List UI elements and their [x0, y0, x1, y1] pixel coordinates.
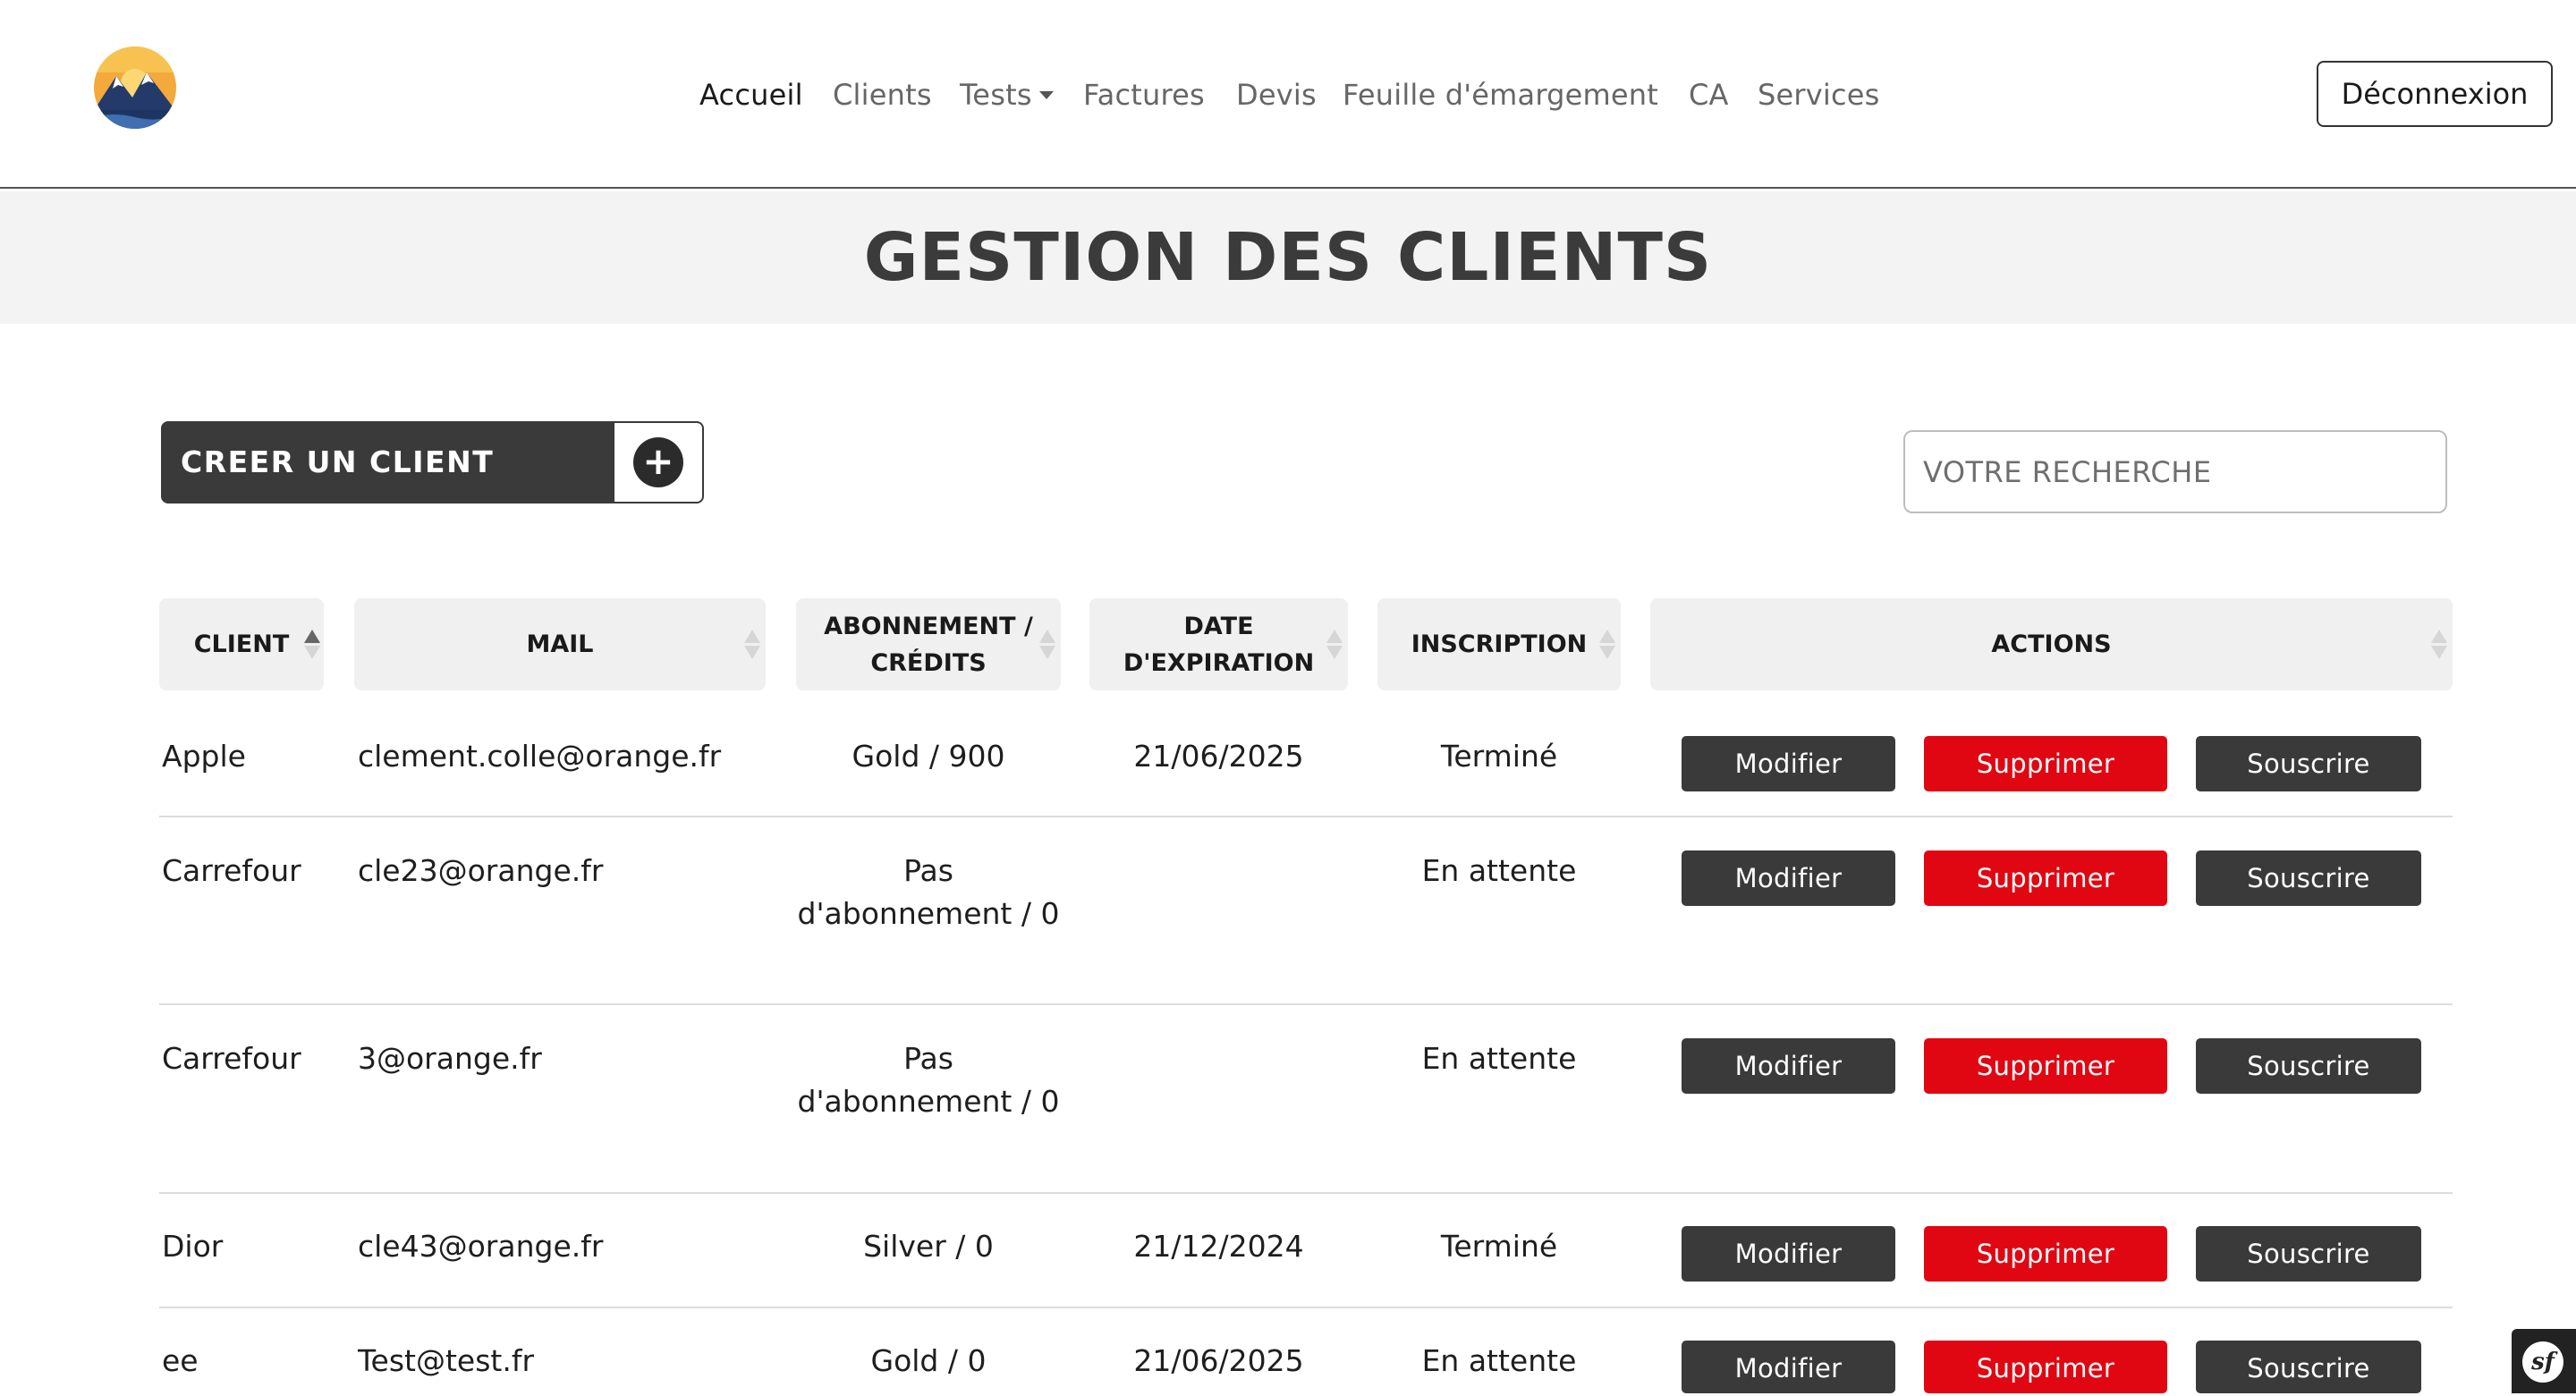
column-header-client[interactable]: CLIENT	[159, 598, 324, 690]
nav-item-clients[interactable]: Clients	[833, 75, 932, 114]
main-nav: Accueil Clients Tests Factures Devis Feu…	[0, 75, 2576, 114]
cell-client: Carrefour	[162, 853, 301, 888]
nav-item-ca[interactable]: CA	[1689, 75, 1729, 114]
column-header-expiration[interactable]: DATE D'EXPIRATION	[1089, 598, 1348, 690]
logout-button[interactable]: Déconnexion	[2317, 61, 2553, 127]
nav-item-factures[interactable]: Factures	[1083, 75, 1205, 114]
subscribe-button[interactable]: Souscrire	[2196, 1226, 2421, 1282]
delete-button[interactable]: Supprimer	[1924, 850, 2167, 906]
delete-button[interactable]: Supprimer	[1924, 736, 2167, 791]
cell-mail: Test@test.fr	[358, 1343, 535, 1378]
edit-button[interactable]: Modifier	[1682, 736, 1895, 791]
cell-mail: cle43@orange.fr	[358, 1229, 604, 1264]
column-header-label: CLIENT	[193, 630, 290, 658]
sort-icon	[2431, 630, 2447, 660]
create-client-icon-box: +	[614, 423, 702, 502]
cell-inscription: En attente	[1421, 1343, 1577, 1378]
subscribe-button[interactable]: Souscrire	[2196, 850, 2421, 906]
column-header-label: INSCRIPTION	[1411, 630, 1588, 658]
subscribe-button[interactable]: Souscrire	[2196, 1341, 2421, 1393]
cell-abonnement: Silver / 0	[863, 1229, 994, 1264]
row-divider	[159, 1003, 2453, 1005]
row-divider	[159, 816, 2453, 817]
column-header-mail[interactable]: MAIL	[354, 598, 766, 690]
column-header-label: DATE D'EXPIRATION	[1123, 612, 1315, 677]
cell-inscription: Terminé	[1440, 739, 1558, 774]
subscribe-button[interactable]: Souscrire	[2196, 736, 2421, 791]
column-header-label: ACTIONS	[1991, 630, 2112, 658]
nav-item-services[interactable]: Services	[1758, 75, 1880, 114]
column-header-inscription[interactable]: INSCRIPTION	[1377, 598, 1621, 690]
delete-button[interactable]: Supprimer	[1924, 1038, 2167, 1094]
subscribe-button[interactable]: Souscrire	[2196, 1038, 2421, 1094]
page-title: GESTION DES CLIENTS	[863, 219, 1713, 296]
cell-client: Apple	[162, 739, 246, 774]
row-divider	[159, 1192, 2453, 1194]
cell-inscription: Terminé	[1440, 1229, 1558, 1264]
create-client-label: CREER UN CLIENT	[181, 444, 495, 479]
cell-client: Carrefour	[162, 1041, 301, 1076]
cell-inscription: En attente	[1421, 853, 1577, 888]
edit-button[interactable]: Modifier	[1682, 1226, 1895, 1282]
sort-icon	[744, 630, 760, 660]
cell-mail: clement.colle@orange.fr	[358, 739, 722, 774]
edit-button[interactable]: Modifier	[1682, 1341, 1895, 1393]
cell-abonnement: Gold / 900	[852, 739, 1005, 774]
caret-down-icon	[1038, 91, 1054, 99]
cell-mail: 3@orange.fr	[358, 1041, 542, 1076]
nav-item-tests-label: Tests	[960, 78, 1032, 112]
sort-icon	[1326, 630, 1343, 660]
cell-expiration: 21/12/2024	[1133, 1229, 1304, 1264]
nav-item-tests[interactable]: Tests	[960, 75, 1054, 114]
delete-button[interactable]: Supprimer	[1924, 1226, 2167, 1282]
nav-item-accueil[interactable]: Accueil	[699, 75, 803, 114]
nav-item-devis[interactable]: Devis	[1236, 75, 1317, 114]
cell-client: Dior	[162, 1229, 224, 1264]
sort-asc-icon	[304, 630, 320, 660]
cell-expiration: 21/06/2025	[1133, 739, 1304, 774]
delete-button[interactable]: Supprimer	[1924, 1341, 2167, 1393]
column-header-label: MAIL	[526, 630, 594, 658]
column-header-actions[interactable]: ACTIONS	[1650, 598, 2453, 690]
cell-expiration: 21/06/2025	[1133, 1343, 1304, 1378]
sort-icon	[1039, 630, 1055, 660]
cell-mail: cle23@orange.fr	[358, 853, 604, 888]
symfony-icon: sf	[2522, 1341, 2563, 1383]
edit-button[interactable]: Modifier	[1682, 1038, 1895, 1094]
sort-icon	[1599, 630, 1615, 660]
column-header-label: ABONNEMENT / CRÉDITS	[824, 612, 1033, 677]
column-header-abonnement[interactable]: ABONNEMENT / CRÉDITS	[796, 598, 1061, 690]
row-divider	[159, 1307, 2453, 1308]
search-input[interactable]	[1903, 430, 2447, 513]
cell-abonnement: Pas d'abonnement / 0	[797, 1041, 1060, 1119]
symfony-toolbar-toggle[interactable]: sf	[2512, 1329, 2576, 1393]
cell-abonnement: Gold / 0	[870, 1343, 987, 1378]
nav-item-feuille-emargement[interactable]: Feuille d'émargement	[1343, 75, 1658, 114]
cell-abonnement: Pas d'abonnement / 0	[797, 853, 1060, 931]
cell-client: ee	[162, 1343, 199, 1378]
site-header: Accueil Clients Tests Factures Devis Feu…	[0, 0, 2576, 189]
create-client-button[interactable]: CREER UN CLIENT +	[161, 421, 704, 503]
plus-circle-icon: +	[633, 437, 683, 487]
edit-button[interactable]: Modifier	[1682, 850, 1895, 906]
cell-inscription: En attente	[1421, 1041, 1577, 1076]
